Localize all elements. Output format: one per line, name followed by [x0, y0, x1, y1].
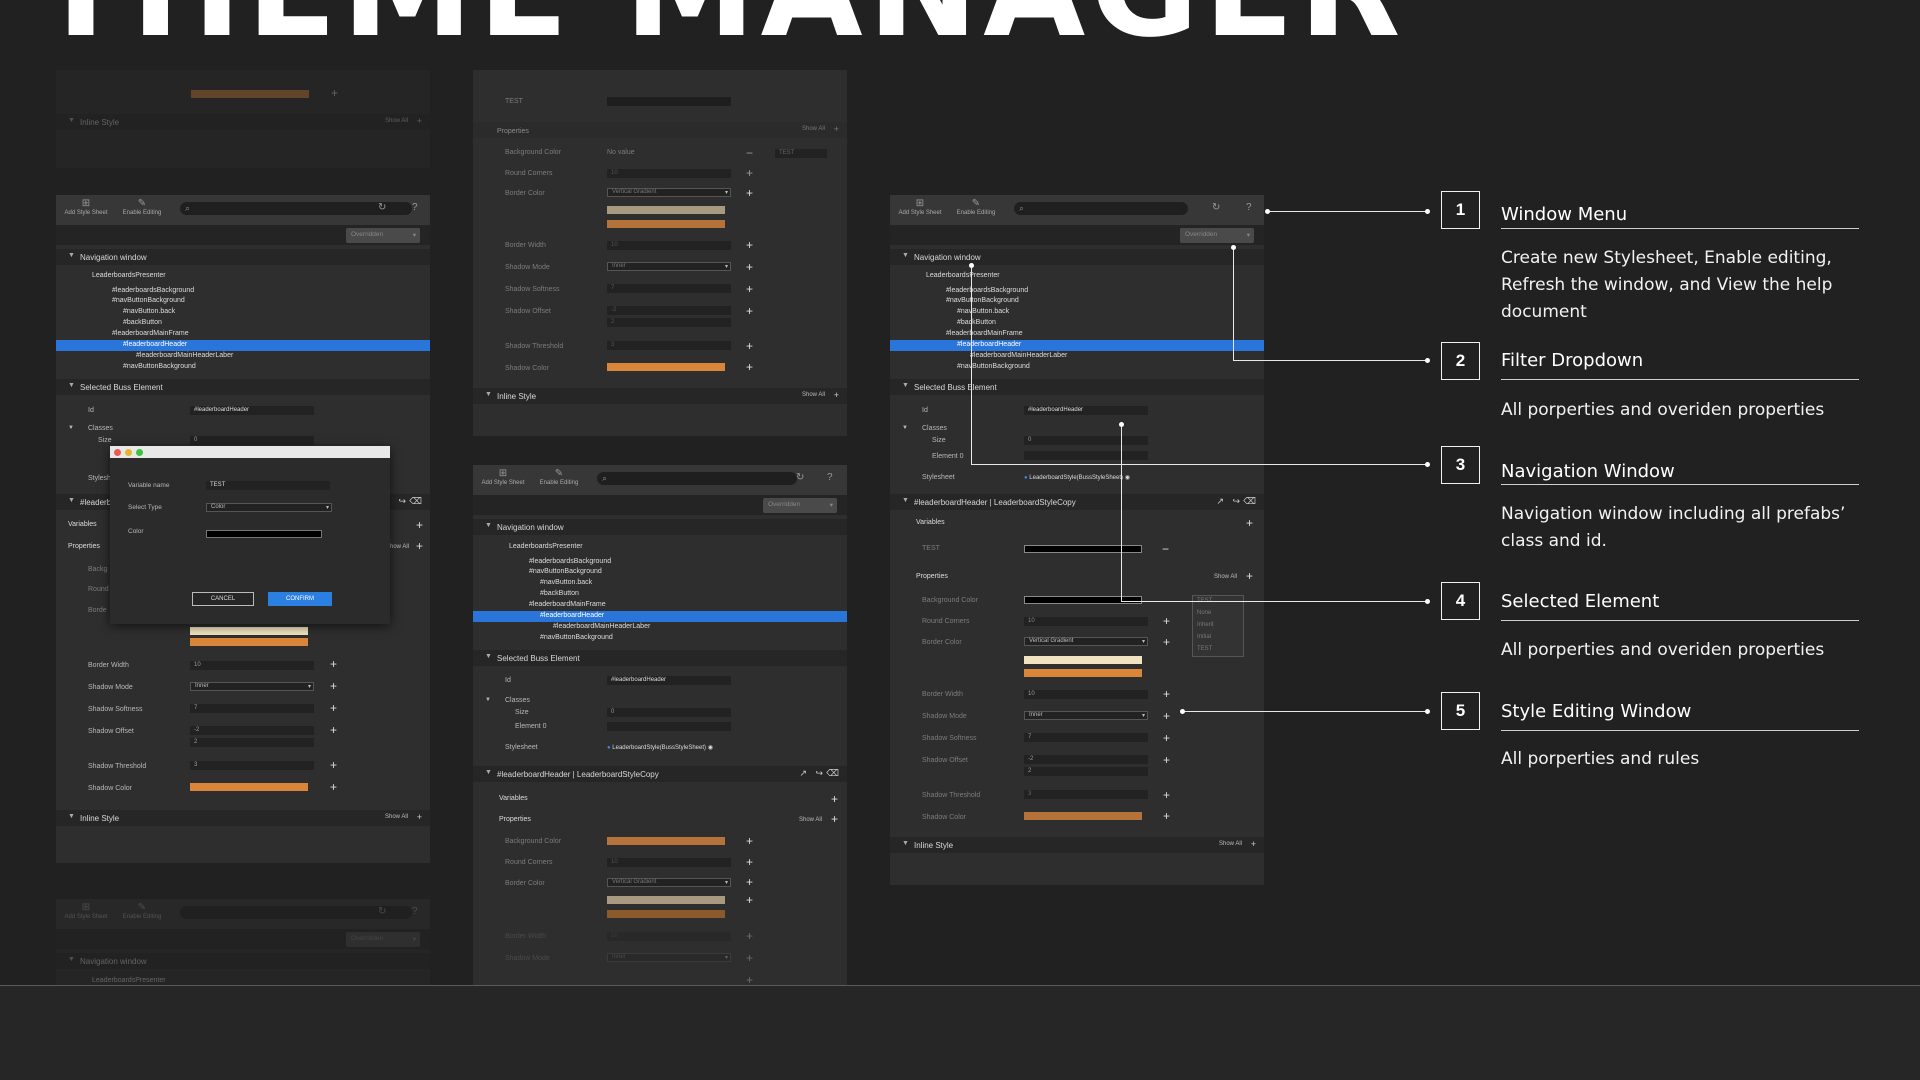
legend-number: 2 [1441, 342, 1480, 380]
cancel-button[interactable]: CANCEL [192, 592, 254, 606]
legend-number: 1 [1441, 191, 1480, 229]
nav-item[interactable]: #leaderboardMainFrame [112, 330, 189, 337]
nav-item[interactable]: #navButtonBackground [529, 568, 602, 575]
nav-item[interactable]: #navButton.back [123, 308, 175, 315]
variable-options-dropdown[interactable]: TEST None Inherit Initial TEST [1192, 595, 1244, 657]
nav-item-selected[interactable] [473, 611, 847, 622]
search-input[interactable]: ⌕ [597, 472, 797, 485]
nav-item[interactable]: LeaderboardsPresenter [92, 272, 166, 279]
filter-dropdown[interactable]: Overridden [763, 498, 837, 513]
nav-item-selected[interactable] [56, 340, 430, 351]
open-icon[interactable]: ↗ [1216, 496, 1224, 507]
window-menu-toolbar: ⊞ Add Style Sheet ✎ Enable Editing ⌕ ↻ ? [56, 195, 430, 225]
add-sheet-icon: ⊞ [498, 468, 508, 479]
enable-editing-button[interactable]: ✎ Enable Editing [531, 468, 587, 492]
variable-name-input[interactable]: TEST [206, 481, 330, 490]
redo-icon[interactable]: ↪ [1232, 496, 1240, 507]
refresh-icon[interactable]: ↻ [378, 202, 386, 213]
nav-item[interactable]: #leaderboardMainHeaderLaber [136, 352, 233, 359]
add-style-sheet-button[interactable]: ⊞ Add Style Sheet [58, 198, 114, 222]
nav-item[interactable]: #navButtonBackground [540, 634, 613, 641]
window-menu-toolbar: ⊞ Add Style Sheet ✎ Enable Editing ⌕ ↻ ? [890, 195, 1264, 225]
eraser-icon[interactable]: ⌫ [409, 496, 422, 507]
style-panel-middle-top: TEST Properties Show All + Background Colo… [473, 70, 847, 436]
legend-number: 3 [1441, 446, 1480, 484]
enable-editing-button[interactable]: ✎ Enable Editing [114, 198, 170, 222]
legend-number: 5 [1441, 692, 1480, 730]
legend-number: 4 [1441, 582, 1480, 620]
help-icon[interactable]: ? [412, 202, 418, 213]
edit-icon: ✎ [137, 198, 147, 209]
nav-item[interactable]: #leaderboardsBackground [112, 287, 194, 294]
select-type-dropdown[interactable]: Color [206, 503, 332, 512]
add-style-sheet-button[interactable]: ⊞ Add Style Sheet [475, 468, 531, 492]
search-icon: ⌕ [1019, 203, 1025, 213]
redo-icon[interactable]: ↪ [815, 768, 823, 779]
nav-item[interactable]: #leaderboardsBackground [529, 558, 611, 565]
add-style-sheet-button[interactable]: ⊞ Add Style Sheet [892, 198, 948, 222]
add-sheet-icon: ⊞ [81, 198, 91, 209]
nav-item[interactable]: #navButtonBackground [946, 297, 1019, 304]
add-variable-dialog: Variable name TEST Select Type Color Col… [110, 446, 390, 624]
filter-dropdown[interactable]: Overridden [346, 228, 420, 243]
redo-icon[interactable]: ↪ [398, 496, 406, 507]
nav-item[interactable]: #navButtonBackground [123, 363, 196, 370]
eraser-icon[interactable]: ⌫ [1243, 496, 1256, 507]
nav-item[interactable]: #leaderboardMainHeaderLaber [553, 623, 650, 630]
help-icon[interactable]: ? [1246, 202, 1252, 213]
nav-item-label: #leaderboardHeader [123, 341, 188, 348]
collapse-icon: ▼ [68, 252, 75, 259]
eraser-icon[interactable]: ⌫ [826, 768, 839, 779]
theme-manager-panel-middle: ⊞ Add Style Sheet ✎ Enable Editing ⌕ ↻ ? O… [473, 465, 847, 1000]
edit-icon: ✎ [554, 468, 564, 479]
edit-icon: ✎ [971, 198, 981, 209]
nav-item[interactable]: LeaderboardsPresenter [509, 543, 583, 550]
nav-item[interactable]: #backButton [540, 590, 579, 597]
theme-manager-panel-right: ⊞ Add Style Sheet ✎ Enable Editing ⌕ ↻ ? O… [890, 195, 1264, 885]
nav-item[interactable]: #leaderboardsBackground [946, 287, 1028, 294]
minimize-dot[interactable] [125, 449, 132, 456]
id-field[interactable]: #leaderboardHeader [190, 406, 314, 415]
navigation-window-header[interactable]: ▼ Navigation window [56, 249, 430, 265]
maximize-dot[interactable] [136, 449, 143, 456]
refresh-icon[interactable]: ↻ [1212, 202, 1220, 213]
object-icon: ● [1024, 475, 1028, 481]
shadow-color-swatch[interactable] [190, 783, 308, 791]
nav-item[interactable]: #leaderboardMainHeaderLaber [970, 352, 1067, 359]
search-icon: ⌕ [185, 203, 191, 213]
open-icon[interactable]: ↗ [799, 768, 807, 779]
enable-editing-button[interactable]: ✎ Enable Editing [948, 198, 1004, 222]
search-input[interactable]: ⌕ [1014, 202, 1188, 215]
object-icon: ● [607, 745, 611, 751]
nav-item[interactable]: #leaderboardMainFrame [946, 330, 1023, 337]
nav-item[interactable]: LeaderboardsPresenter [926, 272, 1000, 279]
shadow-mode-dropdown[interactable]: Inner [1024, 711, 1148, 720]
refresh-icon[interactable]: ↻ [796, 472, 804, 483]
nav-item[interactable]: #leaderboardMainFrame [529, 601, 606, 608]
nav-item[interactable]: #backButton [957, 319, 996, 326]
help-icon[interactable]: ? [827, 472, 833, 483]
selected-element-header[interactable]: ▼ Selected Buss Element [56, 379, 430, 395]
close-dot[interactable] [114, 449, 121, 456]
add-sheet-icon: ⊞ [915, 198, 925, 209]
window-menu-toolbar: ⊞ Add Style Sheet ✎ Enable Editing ⌕ ↻ ? [473, 465, 847, 495]
nav-item-selected[interactable] [890, 340, 1264, 351]
page-title: THEME MANAGER [36, 0, 1405, 56]
color-picker[interactable] [206, 530, 322, 538]
footer-band [0, 986, 1920, 1080]
filter-dropdown[interactable]: Overridden [1180, 228, 1254, 243]
faded-panel-top-left: + ▼ Inline Style Show All + [56, 70, 430, 168]
collapse-icon: ▼ [68, 425, 74, 431]
nav-item[interactable]: #navButtonBackground [112, 297, 185, 304]
nav-item[interactable]: #navButtonBackground [957, 363, 1030, 370]
nav-item[interactable]: #navButton.back [957, 308, 1009, 315]
confirm-button[interactable]: CONFIRM [268, 592, 332, 606]
nav-item[interactable]: #navButton.back [540, 579, 592, 586]
search-icon: ⌕ [602, 473, 608, 483]
nav-item[interactable]: #backButton [123, 319, 162, 326]
shadow-mode-dropdown[interactable]: Inner [190, 682, 314, 691]
